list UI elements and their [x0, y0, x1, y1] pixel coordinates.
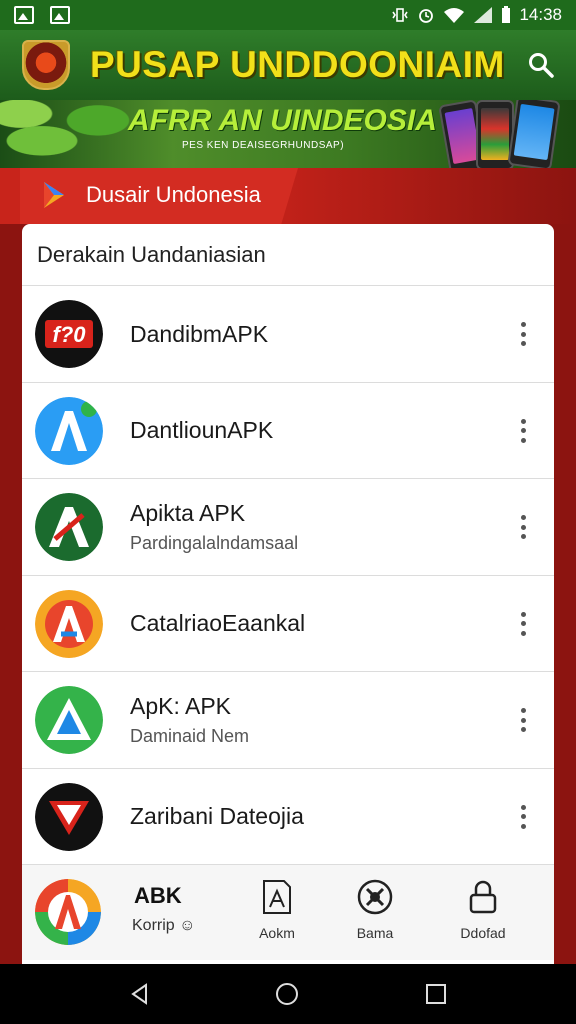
promo-banner[interactable]: AFRR AN UINDEOSIA PES KEN DEAISEGRHUNDSA… — [0, 100, 576, 168]
item-name: DandibmAPK — [130, 320, 269, 347]
item-text: CatalriaoEaankal — [130, 576, 305, 672]
more-options-icon[interactable] — [518, 322, 528, 346]
lock-icon — [469, 880, 497, 914]
tab-label: Aokm — [259, 925, 295, 941]
photo-notification-icon — [50, 6, 70, 24]
app-list-card: Derakain Uandaniasian f?0 DandibmAPK Dan… — [22, 224, 554, 964]
list-title: Derakain Uandaniasian — [22, 224, 554, 286]
section-bar: Dusair Undonesia — [0, 168, 576, 224]
banner-title: AFRR AN UINDEOSIA — [128, 104, 437, 137]
phone-image — [507, 100, 561, 168]
recents-icon[interactable] — [424, 982, 448, 1006]
orange-a-app-icon — [35, 589, 103, 658]
item-name: CatalriaoEaankal — [130, 610, 306, 636]
item-text: Zaribani Dateojia — [130, 769, 304, 865]
image-notification-icon — [14, 6, 34, 24]
item-name: DantliounAPK — [130, 417, 274, 443]
system-status: 14:38 — [391, 5, 562, 25]
list-item[interactable]: DantliounAPK — [22, 383, 554, 479]
item-name: Apikta APK — [130, 500, 246, 526]
list-item[interactable]: CatalriaoEaankal — [22, 576, 554, 672]
more-options-icon[interactable] — [518, 804, 528, 829]
search-icon[interactable] — [528, 52, 554, 78]
wifi-icon — [444, 8, 465, 23]
item-text: ApK: APK Daminaid Nem — [130, 672, 249, 768]
tab-document[interactable]: Aokm — [232, 879, 322, 949]
green-triangle-app-icon — [35, 686, 103, 754]
nav-home-sublabel: Korrip ☺ — [132, 917, 195, 935]
item-subtitle: Pardingalalndamsaal — [130, 533, 299, 553]
item-name: Zaribani Dateojia — [130, 803, 304, 829]
multicolor-a-app-icon[interactable] — [35, 879, 101, 945]
svg-text:f?0: f?0 — [53, 322, 87, 347]
leaves-decoration — [0, 100, 140, 168]
list-item[interactable]: f?0 DandibmAPK — [22, 286, 554, 383]
app-header: PUSAP UNDDOONIAIM — [0, 30, 576, 100]
tab-label: Ddofad — [460, 925, 506, 941]
section-title: Dusair Undonesia — [86, 182, 261, 207]
more-options-icon[interactable] — [518, 515, 528, 539]
document-icon — [263, 880, 291, 914]
item-name: ApK: APK — [130, 693, 232, 719]
home-icon[interactable] — [275, 982, 299, 1006]
tab-lock[interactable]: Ddofad — [438, 879, 528, 949]
tab-tools[interactable]: Bama — [330, 879, 420, 949]
vibrate-icon — [392, 8, 409, 22]
more-options-icon[interactable] — [518, 418, 528, 443]
item-text: DantliounAPK — [130, 383, 273, 479]
list-item[interactable]: ApK: APK Daminaid Nem — [22, 672, 554, 769]
app-title: PUSAP UNDDOONIAIM — [90, 44, 505, 85]
alarm-icon — [419, 9, 434, 23]
emblem-logo — [22, 40, 70, 90]
more-options-icon[interactable] — [518, 708, 528, 732]
list-item[interactable]: Zaribani Dateojia — [22, 769, 554, 865]
bottom-navigation: ABK Korrip ☺ Aokm Bama Ddofad — [22, 864, 554, 960]
status-bar: 14:38 — [0, 0, 576, 30]
signal-icon — [474, 7, 493, 23]
notification-icons — [14, 6, 70, 24]
status-time: 14:38 — [519, 5, 562, 24]
nav-home-label[interactable]: ABK — [134, 883, 182, 909]
system-navigation-bar — [0, 964, 576, 1024]
list-item[interactable]: Apikta APK Pardingalalndamsaal — [22, 479, 554, 576]
more-options-icon[interactable] — [518, 611, 528, 636]
banner-subtitle: PES KEN DEAISEGRHUNDSAP) — [182, 140, 345, 151]
item-subtitle: Daminaid Nem — [130, 726, 250, 746]
red-letter-app-icon: f?0 — [35, 300, 103, 368]
smile-icon: ☺ — [179, 917, 196, 934]
back-icon[interactable] — [128, 982, 152, 1006]
item-text: DandibmAPK — [130, 286, 268, 382]
green-a-app-icon — [35, 493, 103, 561]
store-logo-icon — [44, 182, 64, 208]
nav-home-sublabel-text: Korrip — [132, 917, 175, 934]
blue-a-app-icon — [35, 396, 103, 465]
red-arrow-app-icon — [35, 782, 103, 851]
item-text: Apikta APK Pardingalalndamsaal — [130, 479, 298, 575]
tools-icon — [357, 879, 393, 915]
tab-label: Bama — [356, 925, 394, 941]
phones-illustration — [438, 100, 570, 168]
battery-icon — [502, 6, 511, 23]
